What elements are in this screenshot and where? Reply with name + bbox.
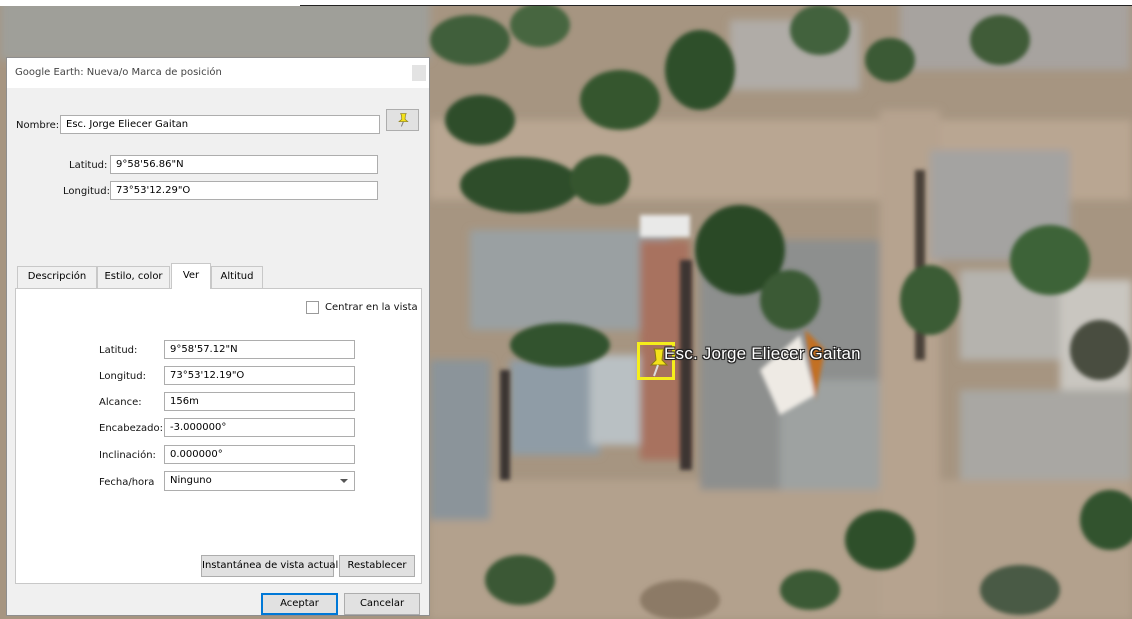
- range-field[interactable]: 156m: [164, 392, 355, 411]
- longitude-label: Longitud:: [63, 186, 110, 197]
- longitude-field[interactable]: 73°53'12.29"O: [110, 181, 378, 200]
- view-latitude-field[interactable]: 9°58'57.12"N: [164, 340, 355, 359]
- latitude-label: Latitud:: [69, 160, 108, 171]
- heading-label: Encabezado:: [99, 423, 163, 434]
- tilt-label: Inclinación:: [99, 450, 156, 461]
- range-label: Alcance:: [99, 397, 142, 408]
- cancel-button[interactable]: Cancelar: [344, 593, 420, 615]
- datetime-value: Ninguno: [170, 475, 212, 486]
- datetime-label: Fecha/hora: [99, 477, 155, 488]
- tab-descripcion[interactable]: Descripción: [17, 266, 97, 288]
- dialog-title: Google Earth: Nueva/o Marca de posición: [15, 67, 222, 78]
- center-view-checkbox[interactable]: [306, 301, 319, 314]
- dialog-titlebar[interactable]: Google Earth: Nueva/o Marca de posición: [7, 58, 429, 88]
- view-latitude-label: Latitud:: [99, 345, 138, 356]
- center-view-label: Centrar en la vista: [325, 302, 418, 313]
- placemark-icon-button[interactable]: [386, 109, 419, 131]
- tab-estilo-color[interactable]: Estilo, color: [97, 266, 170, 288]
- snapshot-view-button[interactable]: Instantánea de vista actual: [201, 555, 338, 577]
- reset-button[interactable]: Restablecer: [339, 555, 415, 577]
- heading-field[interactable]: -3.000000°: [164, 418, 355, 437]
- tab-ver[interactable]: Ver: [171, 263, 211, 289]
- placemark-label[interactable]: Esc. Jorge Eliecer Gaitan: [664, 344, 861, 364]
- tilt-field[interactable]: 0.000000°: [164, 445, 355, 464]
- name-field[interactable]: Esc. Jorge Eliecer Gaitan: [60, 115, 380, 134]
- ver-tab-panel: Centrar en la vista Latitud: 9°58'57.12"…: [15, 288, 422, 584]
- title-close-icon[interactable]: [412, 65, 426, 81]
- chevron-down-icon: [340, 479, 348, 483]
- new-placemark-dialog: Google Earth: Nueva/o Marca de posición …: [6, 57, 430, 616]
- tab-altitud[interactable]: Altitud: [211, 266, 263, 288]
- yellow-pushpin-icon: [398, 113, 409, 127]
- view-longitude-field[interactable]: 73°53'12.19"O: [164, 366, 355, 385]
- map-top-line: [300, 5, 1132, 6]
- accept-button[interactable]: Aceptar: [261, 593, 338, 615]
- datetime-dropdown[interactable]: Ninguno: [164, 471, 355, 491]
- latitude-field[interactable]: 9°58'56.86"N: [110, 155, 378, 174]
- name-label: Nombre:: [16, 120, 60, 131]
- view-longitude-label: Longitud:: [99, 371, 146, 382]
